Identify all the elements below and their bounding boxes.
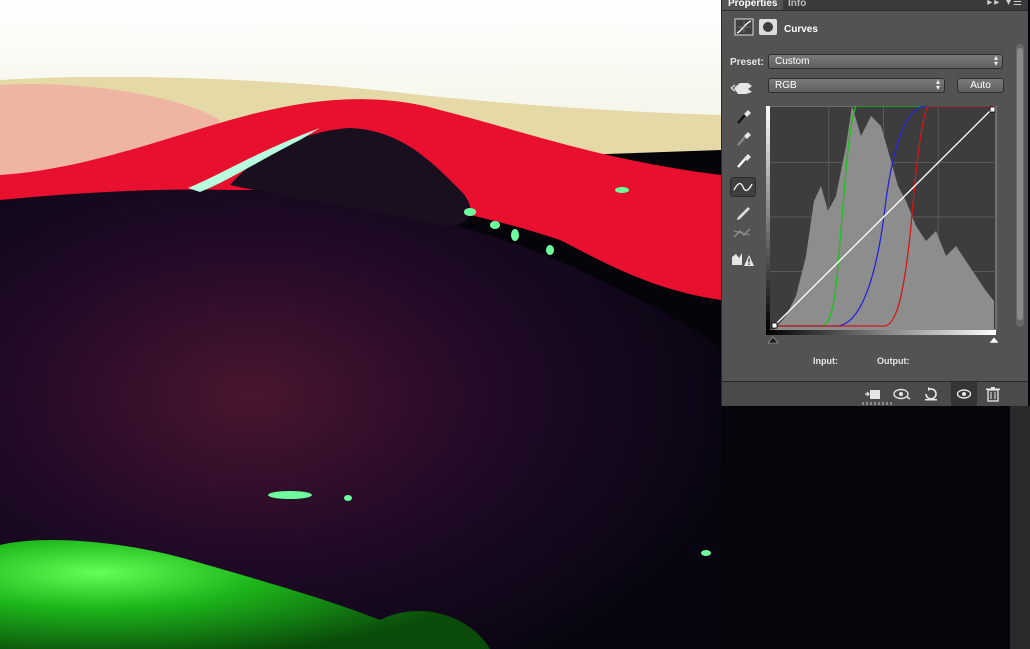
- on-image-adjust-icon: [730, 83, 752, 94]
- clipping-warning-tool[interactable]: [730, 249, 756, 269]
- panel-menu-icon[interactable]: ▸▸ ▾☰: [987, 0, 1024, 8]
- white-input-slider[interactable]: [988, 336, 998, 344]
- white-point-eyedropper-icon: [737, 154, 751, 168]
- black-input-slider[interactable]: [767, 336, 779, 344]
- output-label: Output:: [877, 356, 910, 366]
- layer-mask-icon[interactable]: [758, 18, 778, 36]
- curves-adjustment-icon: [734, 18, 754, 36]
- panel-scrollbar-thumb[interactable]: [1017, 48, 1023, 320]
- adjustment-title: Curves: [784, 24, 818, 35]
- preset-select[interactable]: Custom ▴ ▾: [768, 54, 1003, 69]
- gray-point-eyedropper-tool[interactable]: [730, 128, 756, 148]
- curve-point-highlight[interactable]: [989, 106, 996, 113]
- on-image-adjust-tool[interactable]: [730, 78, 756, 98]
- pencil-draw-tool[interactable]: [730, 201, 756, 221]
- delete-layer-icon[interactable]: [984, 386, 1002, 402]
- curves-graph[interactable]: [766, 106, 998, 346]
- clipping-warning-icon: [732, 253, 754, 266]
- toggle-visibility-icon[interactable]: [951, 382, 977, 406]
- channel-select-value: RGB: [775, 80, 797, 91]
- preset-select-value: Custom: [775, 56, 810, 67]
- tab-properties[interactable]: Properties: [722, 0, 784, 10]
- channel-select[interactable]: RGB ▴ ▾: [768, 78, 945, 93]
- smooth-curve-tool[interactable]: [730, 223, 756, 243]
- panel-scrollbar[interactable]: [1016, 44, 1024, 327]
- panel-bottom-bar: [722, 381, 1028, 406]
- panel-tab-bar: Properties Info ▸▸ ▾☰: [722, 0, 1028, 11]
- horizontal-gradient-ramp: [766, 330, 996, 335]
- panel-resize-gripper[interactable]: [862, 402, 892, 405]
- edit-points-curve-icon: [733, 182, 753, 192]
- tab-info[interactable]: Info: [782, 0, 812, 10]
- canvas-right-edge: [1010, 406, 1030, 649]
- clip-to-layer-icon[interactable]: [864, 386, 882, 402]
- smooth-curve-icon: [733, 228, 751, 238]
- reset-adjustments-icon[interactable]: [922, 386, 940, 402]
- auto-button[interactable]: Auto: [957, 78, 1004, 93]
- select-arrows-icon: ▴ ▾: [935, 77, 940, 92]
- view-previous-state-icon[interactable]: [893, 386, 911, 402]
- edit-points-curve-tool[interactable]: [730, 177, 756, 197]
- vertical-gradient-ramp: [766, 106, 770, 330]
- black-point-eyedropper-tool[interactable]: [730, 106, 756, 126]
- input-label: Input:: [813, 356, 838, 366]
- preset-label: Preset:: [730, 57, 764, 68]
- canvas-right-dark: [721, 406, 1030, 649]
- gray-point-eyedropper-icon: [737, 132, 751, 146]
- curve-point-shadow[interactable]: [771, 322, 778, 329]
- pencil-draw-icon: [737, 207, 750, 220]
- white-point-eyedropper-tool[interactable]: [730, 150, 756, 170]
- black-point-eyedropper-icon: [737, 110, 751, 124]
- select-arrows-icon: ▴ ▾: [993, 53, 998, 68]
